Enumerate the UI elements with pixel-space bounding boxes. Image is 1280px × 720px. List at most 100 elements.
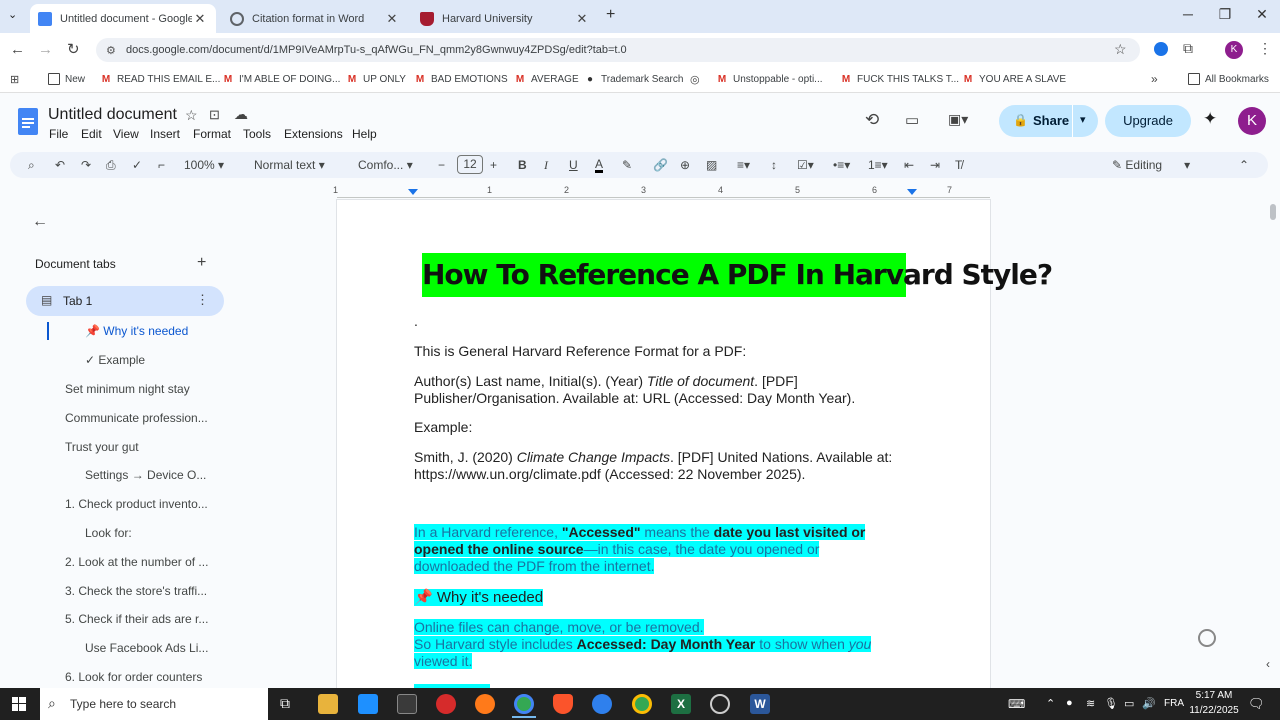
tray-app-icon[interactable]: ● <box>1066 697 1073 709</box>
bookmark-item[interactable]: M Unstoppable - opti... <box>716 73 823 85</box>
more-bookmarks-icon[interactable]: » <box>1151 72 1158 86</box>
increase-font-size-icon[interactable]: + <box>490 158 497 172</box>
undo-icon[interactable]: ↶ <box>55 158 65 172</box>
close-icon[interactable]: ✕ <box>384 11 400 27</box>
outline-item[interactable]: Trust your gut <box>65 440 139 454</box>
intro-paragraph[interactable]: This is General Harvard Reference Format… <box>414 343 746 359</box>
bookmark-item[interactable]: M BAD EMOTIONS <box>414 73 508 85</box>
reload-icon[interactable]: ↻ <box>67 40 80 58</box>
outline-item[interactable]: Communicate profession... <box>65 411 208 425</box>
firefox-icon[interactable] <box>475 694 495 714</box>
menu-edit[interactable]: Edit <box>81 127 102 141</box>
outline-item[interactable]: Set minimum night stay <box>65 382 190 396</box>
numbered-list-icon[interactable]: 1≡▾ <box>868 158 888 172</box>
network-icon[interactable]: ≋ <box>1086 697 1095 710</box>
outline-item[interactable]: 2. Look at the number of ... <box>65 555 208 569</box>
right-indent-marker[interactable] <box>907 189 917 195</box>
font-select[interactable]: Comfo... ▾ <box>358 158 413 172</box>
bookmark-item[interactable]: M YOU ARE A SLAVE <box>962 73 1066 85</box>
grammarly-icon[interactable] <box>1198 629 1216 647</box>
text-color-icon[interactable]: A <box>595 158 604 173</box>
why-heading[interactable]: 📌 Why it's needed <box>414 588 544 606</box>
why-line-2[interactable]: So Harvard style includes Accessed: Day … <box>414 636 872 652</box>
bookmark-item[interactable]: M FUCK THIS TALKS T... <box>840 73 959 85</box>
battery-icon[interactable]: ▭ <box>1124 697 1134 710</box>
line-spacing-icon[interactable]: ↕ <box>771 158 777 172</box>
bold-icon[interactable]: B <box>518 158 527 172</box>
back-arrow-icon[interactable]: ← <box>32 213 48 231</box>
show-hidden-icons-chevron-icon[interactable]: ⌃ <box>1046 697 1055 710</box>
insert-image-icon[interactable]: ▨ <box>706 158 717 172</box>
brave-icon[interactable] <box>553 694 573 714</box>
app-icon[interactable] <box>358 694 378 714</box>
page-scrollbar[interactable] <box>1270 204 1276 220</box>
why-line-3[interactable]: viewed it. <box>414 653 473 669</box>
maximize-button[interactable]: ❐ <box>1215 6 1235 23</box>
cloud-saved-icon[interactable]: ☁ <box>234 106 248 123</box>
share-button[interactable]: 🔒 Share ▾ <box>999 105 1098 137</box>
bookmark-item[interactable]: M I'M ABLE OF DOING... <box>222 73 341 85</box>
align-icon[interactable]: ≡▾ <box>737 158 750 172</box>
url-text[interactable]: docs.google.com/document/d/1MP9IVeAMrpTu… <box>126 44 627 56</box>
outline-item[interactable]: 6. Look for order counters <box>65 670 202 684</box>
close-window-button[interactable]: ✕ <box>1252 6 1272 23</box>
extension-icon[interactable] <box>1154 42 1168 56</box>
example-label[interactable]: Example: <box>414 419 472 435</box>
format-line-2[interactable]: Publisher/Organisation. Available at: UR… <box>414 390 855 406</box>
windows-start-icon[interactable] <box>12 697 26 711</box>
menu-tools[interactable]: Tools <box>243 127 271 141</box>
print-icon[interactable]: ⎙ <box>106 158 116 173</box>
bookmark-star-icon[interactable]: ☆ <box>1114 41 1127 58</box>
underline-icon[interactable]: U <box>569 158 578 172</box>
bookmark-item[interactable]: M AVERAGE <box>514 73 579 85</box>
task-view-icon[interactable]: ⧉ <box>280 695 290 712</box>
format-line-1[interactable]: Author(s) Last name, Initial(s). (Year) … <box>414 373 798 389</box>
outline-item[interactable]: 📌 Why it's needed <box>85 324 188 338</box>
gemini-sparkle-icon[interactable]: ✦ <box>1203 109 1217 129</box>
style-select[interactable]: Normal text ▾ <box>254 158 325 172</box>
outline-item[interactable]: Use Facebook Ads Li... <box>85 641 208 655</box>
decrease-font-size-icon[interactable]: − <box>438 158 445 172</box>
document-title[interactable]: Untitled document <box>48 106 177 124</box>
apps-grid-icon[interactable]: ⊞ <box>10 73 19 86</box>
bookmark-new[interactable]: New <box>48 73 85 85</box>
clear-formatting-icon[interactable]: T̸ <box>955 158 962 172</box>
outline-item[interactable]: 3. Check the store's traffi... <box>65 584 207 598</box>
keyboard-icon[interactable]: ⌨ <box>1008 697 1025 711</box>
clock-time[interactable]: 5:17 AM <box>1188 690 1240 701</box>
outline-item[interactable]: ✓ Example <box>85 353 145 367</box>
bookmark-item[interactable]: M READ THIS EMAIL E... <box>100 73 221 85</box>
add-comment-icon[interactable]: ⊕ <box>680 158 690 172</box>
collapse-menus-icon[interactable]: ⌃ <box>1239 158 1249 172</box>
docs-logo-icon[interactable] <box>18 108 38 135</box>
globe-icon[interactable]: ◎ <box>690 73 700 86</box>
tab-google-docs[interactable]: Untitled document - Google Docs ✕ <box>30 4 216 33</box>
example-line-2[interactable]: https://www.un.org/climate.pdf (Accessed… <box>414 466 805 482</box>
vivaldi-icon[interactable] <box>436 694 456 714</box>
document-heading[interactable]: How To Reference A PDF In Harvard Style? <box>422 258 1053 291</box>
meet-camera-icon[interactable]: ▣▾ <box>948 111 968 128</box>
word-icon[interactable]: W <box>750 694 770 714</box>
new-tab-button[interactable]: + <box>606 6 615 24</box>
close-icon[interactable]: ✕ <box>574 11 590 27</box>
notifications-icon[interactable]: 🗨 <box>1248 696 1265 712</box>
menu-help[interactable]: Help <box>352 127 377 141</box>
close-icon[interactable]: ✕ <box>192 11 208 27</box>
version-history-icon[interactable]: ⟲ <box>865 110 879 130</box>
ruler[interactable]: 1 1 2 3 4 5 6 7 <box>333 185 990 199</box>
obs-icon[interactable] <box>710 694 730 714</box>
bookmark-item[interactable]: M UP ONLY <box>346 73 406 85</box>
profile-avatar[interactable]: K <box>1225 41 1243 59</box>
zoom-select[interactable]: 100% ▾ <box>184 158 224 172</box>
redo-icon[interactable]: ↷ <box>81 158 91 172</box>
puzzle-extensions-icon[interactable]: ⧉ <box>1183 40 1193 57</box>
spellcheck-icon[interactable]: ✓ <box>132 158 142 172</box>
paint-format-icon[interactable]: ⌐ <box>158 158 165 172</box>
outline-item[interactable]: 5. Check if their ads are r... <box>65 612 208 626</box>
outline-item[interactable]: Settings → Device O... <box>85 468 206 482</box>
outline-item[interactable]: 1. Check product invento... <box>65 497 208 511</box>
clock-date[interactable]: 11/22/2025 <box>1186 705 1242 716</box>
editing-mode-select[interactable]: ✎ Editing ▾ <box>1112 158 1190 172</box>
language-indicator[interactable]: FRA <box>1164 698 1184 709</box>
menu-extensions[interactable]: Extensions <box>284 127 343 141</box>
